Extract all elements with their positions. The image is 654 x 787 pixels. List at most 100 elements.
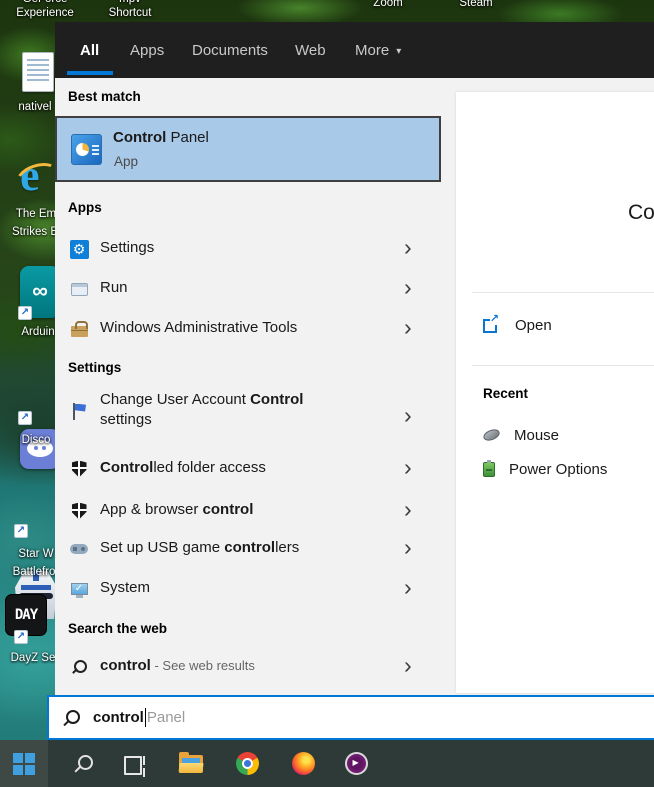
defender-shield-icon — [71, 502, 87, 520]
best-match-subtitle: App — [114, 154, 139, 169]
sw-band — [21, 585, 51, 590]
start-button[interactable] — [0, 740, 48, 787]
desktop-label-zoom: Zoom — [373, 0, 403, 9]
label-post: lers — [275, 539, 300, 556]
result-row-web-search[interactable]: control - See web results › — [55, 646, 441, 686]
recent-item-label: Power Options — [509, 460, 608, 478]
run-window-icon — [70, 282, 88, 296]
label-match: Control — [100, 459, 154, 476]
desktop-label-mpv: mpv — [105, 0, 155, 5]
divider — [472, 365, 654, 366]
result-label: System — [100, 579, 151, 596]
result-row-app-browser-control[interactable]: App & browser control › — [55, 490, 441, 530]
result-row-controlled-folder-access[interactable]: Controlled folder access › — [55, 448, 441, 488]
result-row-admin-tools[interactable]: Windows Administrative Tools › — [55, 308, 441, 348]
label-hint: - See web results — [150, 658, 255, 673]
shortcut-arrow-icon: ↗ — [14, 630, 28, 644]
taskbar — [0, 740, 654, 787]
label-post: led folder access — [153, 459, 266, 476]
divider — [472, 292, 654, 293]
toolbox-icon — [70, 321, 88, 337]
open-action[interactable]: Open — [515, 312, 552, 340]
result-row-run[interactable]: Run › — [55, 268, 441, 308]
tab-more[interactable]: More ▾ — [355, 41, 401, 62]
settings-gear-icon: ⚙ — [69, 239, 89, 259]
best-match-title-rest: Panel — [166, 129, 209, 146]
selected-tab-underline — [67, 71, 113, 75]
defender-shield-icon — [71, 460, 87, 478]
mouse-icon — [481, 427, 502, 443]
result-label: App & browser control — [100, 500, 253, 520]
recent-item-power-options[interactable]: Power Options — [483, 458, 607, 480]
shortcut-arrow-icon: ↗ — [18, 306, 32, 320]
result-label: Settings — [100, 239, 155, 256]
task-view-icon — [124, 755, 146, 775]
file-explorer-button[interactable] — [169, 740, 213, 787]
label-pre: Set up USB game — [100, 539, 225, 556]
section-header-apps: Apps — [68, 200, 102, 215]
section-header-best-match: Best match — [68, 89, 141, 104]
recent-header: Recent — [483, 386, 529, 401]
shortcut-arrow-icon: ↗ — [14, 524, 28, 538]
search-flyout-tabbar: All Apps Documents Web More ▾ — [55, 22, 654, 78]
open-icon: ↗ — [483, 314, 499, 333]
result-label: Set up USB game controllers — [100, 538, 299, 558]
desktop-label-shortcut: Shortcut — [108, 7, 152, 19]
chrome-icon — [235, 752, 259, 775]
label-pre: Change User Account — [100, 391, 251, 408]
search-icon — [73, 754, 93, 774]
control-panel-icon — [71, 134, 102, 165]
desktop-label-steam: Steam — [459, 0, 493, 9]
folder-icon — [178, 751, 204, 773]
result-row-system[interactable]: ✓ System › — [55, 568, 441, 608]
monitor-icon: ✓ — [70, 583, 88, 598]
result-row-settings[interactable]: ⚙ Settings › — [55, 228, 441, 268]
recent-item-label: Mouse — [514, 426, 560, 444]
best-match-title: Control Panel — [113, 129, 209, 146]
best-match-item-control-panel[interactable]: Control Panel App — [55, 116, 441, 182]
tab-more-label: More — [355, 42, 390, 59]
preview-title: Co — [628, 201, 654, 224]
label-match: control — [100, 657, 151, 674]
chevron-right-icon: › — [404, 234, 412, 260]
windows-logo-icon — [13, 752, 35, 775]
tab-apps[interactable]: Apps — [130, 41, 164, 61]
result-row-uac[interactable]: Change User Account Control settings › — [55, 386, 441, 444]
flag-icon — [72, 402, 86, 420]
search-input[interactable]: control Panel — [47, 695, 654, 740]
chevron-right-icon: › — [404, 652, 412, 678]
chrome-button[interactable] — [225, 740, 269, 787]
result-label: Run — [100, 279, 128, 296]
search-input-value: control — [93, 709, 144, 726]
chevron-right-icon: › — [404, 534, 412, 560]
taskbar-search-button[interactable] — [61, 740, 105, 787]
desktop-label-geforce: GeForce — [12, 0, 78, 5]
media-player-classic-button[interactable] — [334, 740, 378, 787]
chevron-down-icon: ▾ — [396, 46, 402, 57]
recent-item-mouse[interactable]: Mouse — [481, 424, 560, 446]
chevron-right-icon: › — [404, 274, 412, 300]
desktop-label-nativel: nativel — [18, 101, 52, 113]
result-row-usb-game-controllers[interactable]: Set up USB game controllers › — [55, 528, 441, 568]
label-line2: settings — [100, 411, 152, 428]
shortcut-arrow-icon: ↗ — [18, 411, 32, 425]
media-player-classic-icon — [344, 752, 368, 775]
gamepad-icon — [70, 544, 88, 554]
result-label: control - See web results — [100, 656, 255, 676]
desktop-label-discord: Disco — [21, 434, 51, 446]
tab-all[interactable]: All — [80, 41, 99, 61]
search-icon — [71, 659, 87, 675]
task-view-button[interactable] — [113, 740, 157, 787]
result-label: Controlled folder access — [100, 458, 266, 478]
firefox-icon — [291, 752, 315, 775]
firefox-button[interactable] — [281, 740, 325, 787]
search-results-panel: Best match Control Panel App Apps ⚙ Sett… — [55, 78, 443, 697]
tab-documents[interactable]: Documents — [192, 41, 268, 61]
open-arrow-glyph: ↗ — [489, 313, 499, 325]
chevron-right-icon: › — [404, 314, 412, 340]
label-pre: App & browser — [100, 501, 203, 518]
tab-web[interactable]: Web — [295, 41, 326, 61]
desktop-icon-text-file[interactable] — [22, 52, 54, 92]
search-icon — [63, 709, 81, 727]
label-match: Control — [250, 391, 304, 408]
